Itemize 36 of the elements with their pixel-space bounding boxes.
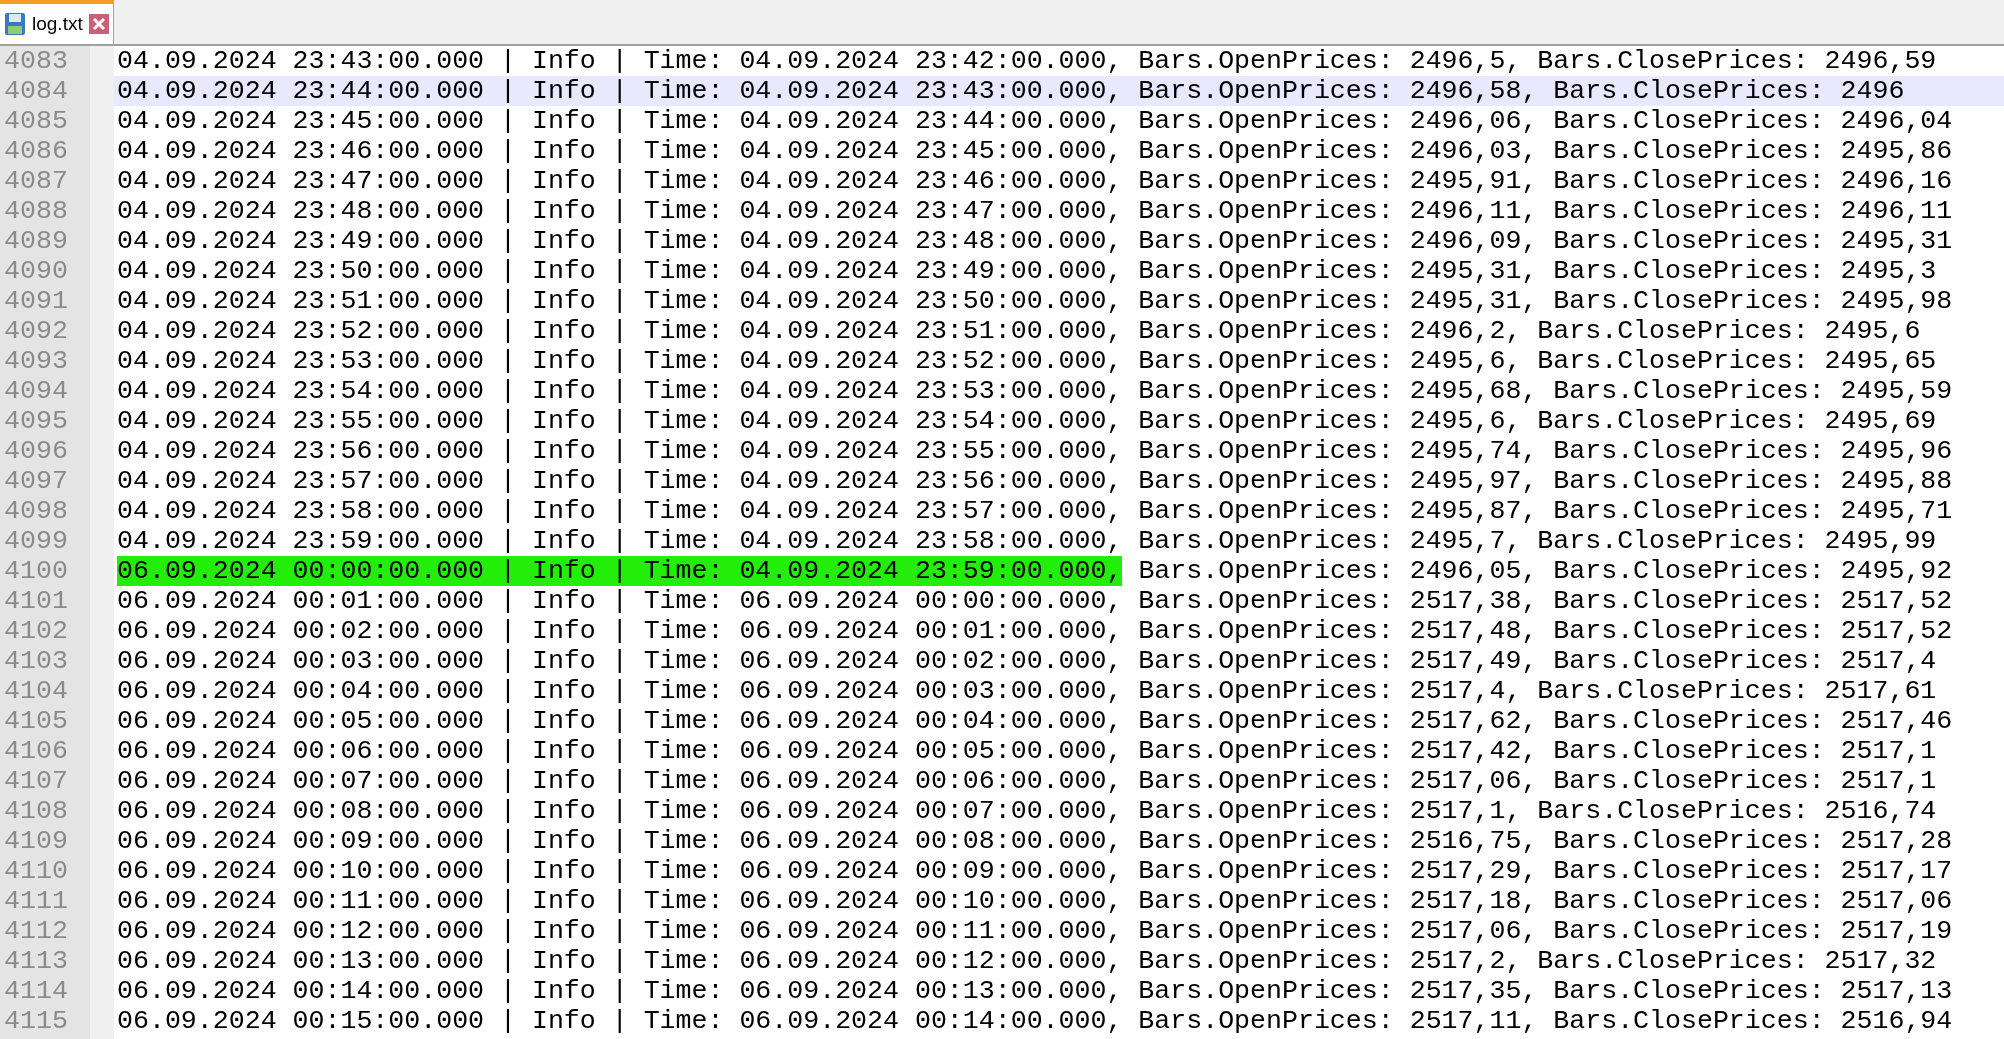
line-number: 4083 <box>4 46 68 76</box>
line-number: 4107 <box>4 766 68 796</box>
line-number: 4108 <box>4 796 68 826</box>
line-number: 4115 <box>4 1006 68 1036</box>
line-number: 4095 <box>4 406 68 436</box>
line-number: 4099 <box>4 526 68 556</box>
line-number: 4111 <box>4 886 68 916</box>
line-number: 4100 <box>4 556 68 586</box>
line-number: 4104 <box>4 676 68 706</box>
line-number: 4114 <box>4 976 68 1006</box>
line-number: 4109 <box>4 826 68 856</box>
line-number: 4088 <box>4 196 68 226</box>
line-number: 4086 <box>4 136 68 166</box>
line-number: 4089 <box>4 226 68 256</box>
line-number: 4084 <box>4 76 68 106</box>
line-number: 4113 <box>4 946 68 976</box>
line-number: 4096 <box>4 436 68 466</box>
line-number: 4098 <box>4 496 68 526</box>
line-number: 4092 <box>4 316 68 346</box>
line-number: 4103 <box>4 646 68 676</box>
line-number: 4106 <box>4 736 68 766</box>
line-number: 4090 <box>4 256 68 286</box>
line-number: 4102 <box>4 616 68 646</box>
line-number: 4112 <box>4 916 68 946</box>
line-number: 4091 <box>4 286 68 316</box>
line-number: 4093 <box>4 346 68 376</box>
line-number: 4085 <box>4 106 68 136</box>
line-number: 4110 <box>4 856 68 886</box>
line-number: 4087 <box>4 166 68 196</box>
file-tab[interactable]: log.txt <box>0 0 114 44</box>
line-number: 4094 <box>4 376 68 406</box>
line-number: 4101 <box>4 586 68 616</box>
line-number: 4105 <box>4 706 68 736</box>
close-icon[interactable] <box>88 14 109 34</box>
tab-label: log.txt <box>32 11 83 36</box>
line-number: 4097 <box>4 466 68 496</box>
